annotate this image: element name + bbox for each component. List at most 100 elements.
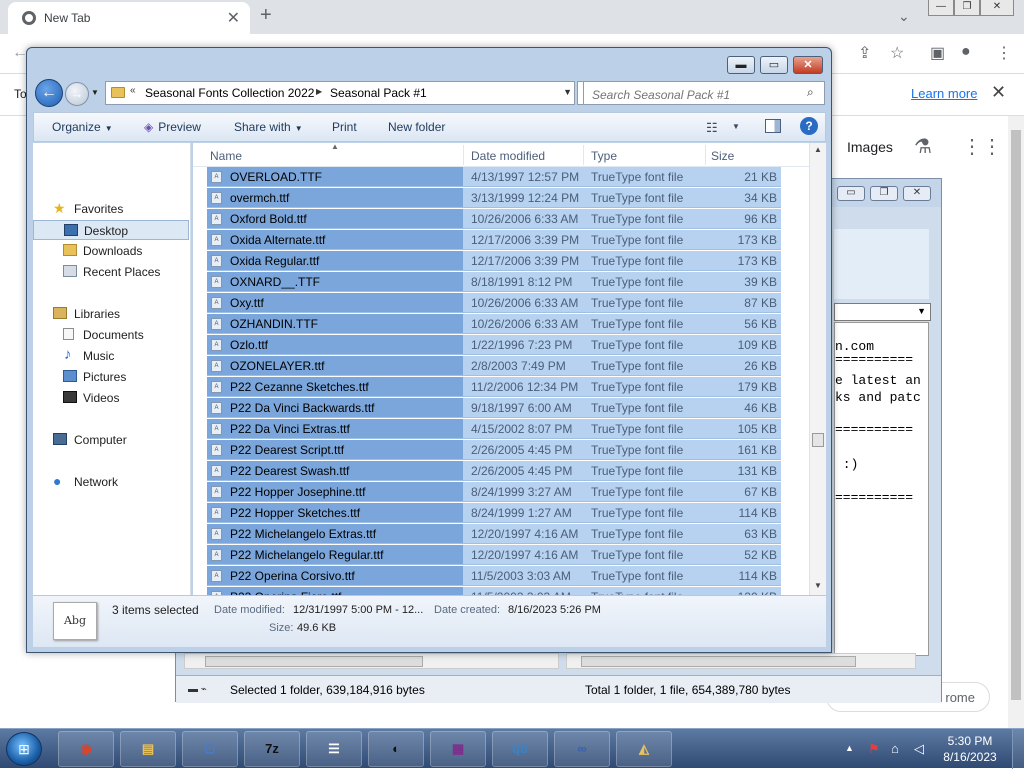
volume-muted-icon[interactable]: ◁ — [914, 741, 924, 757]
nav-desktop[interactable]: Desktop — [33, 220, 189, 240]
breadcrumb-seasonal-pack-1[interactable]: Seasonal Pack #1 — [330, 86, 427, 100]
scrollbar-thumb[interactable] — [205, 656, 423, 667]
chrome-minimize-button[interactable]: — — [928, 0, 954, 16]
file-row[interactable]: A P22 Dearest Swash.ttf 2/26/2005 4:45 PM T… — [207, 461, 781, 481]
chevron-down-icon[interactable]: ▼ — [732, 122, 740, 131]
nav-downloads[interactable]: Downloads — [33, 241, 189, 261]
taskbar-app-cat-app[interactable]: ◐ — [368, 731, 424, 767]
breadcrumb-arrow-icon[interactable]: ▶ — [316, 87, 322, 96]
google-images-link[interactable]: Images — [847, 139, 893, 155]
nav-favorites[interactable]: ★ Favorites — [33, 199, 189, 219]
back-button[interactable]: ← — [35, 79, 63, 107]
bookmark-star-icon[interactable]: ☆ — [890, 43, 904, 63]
bg-minimize-button[interactable]: ▭ — [837, 186, 865, 201]
show-desktop-button[interactable] — [1012, 729, 1024, 769]
taskbar-app-network-tool[interactable]: ⊡ — [182, 731, 238, 767]
column-divider[interactable] — [705, 145, 706, 165]
file-row[interactable]: A OXNARD__.TTF 8/18/1991 8:12 PM TrueType f… — [207, 272, 781, 292]
view-options-icon[interactable]: ☷ — [706, 120, 718, 136]
explorer-titlebar[interactable]: ▬ ▭ ✕ — [27, 48, 831, 78]
file-row[interactable]: A Oxy.ttf 10/26/2006 6:33 AM TrueType font … — [207, 293, 781, 313]
nav-videos[interactable]: Videos — [33, 388, 189, 408]
file-list-vertical-scrollbar[interactable]: ▲ ▼ — [809, 143, 826, 595]
bg-maximize-button[interactable]: ❐ — [870, 186, 898, 201]
right-panel-horizontal-scrollbar[interactable] — [566, 653, 916, 669]
column-header-size[interactable]: Size — [711, 149, 734, 163]
tab-search-icon[interactable]: ⌄ — [898, 8, 910, 25]
explorer-close-button[interactable]: ✕ — [793, 56, 823, 74]
share-with-button[interactable]: Share with ▼ — [234, 120, 303, 134]
address-bar[interactable]: « Seasonal Fonts Collection 2022 ▶ Seaso… — [105, 81, 575, 105]
file-row[interactable]: AP22 Operina Fiore.ttf11/5/2003 3:03 AMT… — [207, 587, 781, 595]
organize-button[interactable]: Organize ▼ — [52, 120, 113, 134]
column-header-date-modified[interactable]: Date modified — [471, 149, 545, 163]
file-row[interactable]: A Ozlo.ttf 1/22/1996 7:23 PM TrueType font … — [207, 335, 781, 355]
background-window-dropdown[interactable]: ▼ — [834, 303, 931, 321]
file-row[interactable]: A OZHANDIN.TTF 10/26/2006 6:33 AM TrueType … — [207, 314, 781, 334]
taskbar-app-infinity-app[interactable]: ∞ — [554, 731, 610, 767]
print-button[interactable]: Print — [332, 120, 357, 134]
address-history-dropdown-icon[interactable]: ▼ — [563, 87, 572, 97]
file-row[interactable]: A OZONELAYER.ttf 2/8/2003 7:49 PM TrueType … — [207, 356, 781, 376]
nav-pictures[interactable]: Pictures — [33, 367, 189, 387]
explorer-maximize-button[interactable]: ▭ — [760, 56, 788, 74]
nav-computer[interactable]: Computer — [33, 430, 189, 450]
recent-locations-dropdown[interactable]: ▼ — [91, 88, 99, 97]
file-row[interactable]: Aovermch.ttf 3/13/1999 12:24 PM TrueType f… — [207, 188, 781, 208]
clock-date[interactable]: 8/16/2023 — [940, 750, 1000, 764]
file-row[interactable]: A P22 Dearest Script.ttf 2/26/2005 4:45 PM… — [207, 440, 781, 460]
breadcrumb-seasonal-fonts-collection[interactable]: Seasonal Fonts Collection 2022 — [145, 86, 314, 100]
taskbar-app-notepad[interactable]: ☰ — [306, 731, 362, 767]
file-row[interactable]: A Oxida Alternate.ttf 12/17/2006 3:39 PM Tr… — [207, 230, 781, 250]
chrome-tab-new-tab[interactable]: New Tab ✕ — [8, 2, 250, 34]
clock-time[interactable]: 5:30 PM — [940, 734, 1000, 748]
nav-network[interactable]: ● Network — [33, 472, 189, 492]
search-icon[interactable]: ⌕ — [807, 85, 814, 100]
chrome-tab-close-icon[interactable]: ✕ — [227, 8, 240, 28]
column-header-name[interactable]: Name — [210, 149, 242, 163]
taskbar-app-winrar[interactable]: ▦ — [430, 731, 486, 767]
scroll-down-icon[interactable]: ▼ — [814, 581, 822, 590]
column-divider[interactable] — [583, 145, 584, 165]
scrollbar-thumb[interactable] — [1011, 130, 1021, 700]
taskbar-app-qbittorrent[interactable]: qb — [492, 731, 548, 767]
taskbar-app-explorer[interactable]: ▤ — [120, 731, 176, 767]
start-button[interactable]: ⊞ — [6, 732, 42, 766]
taskbar-app-7zip[interactable]: 7z — [244, 731, 300, 767]
action-center-flag-icon[interactable]: ⚑ — [868, 741, 880, 757]
new-tab-button[interactable]: + — [260, 4, 272, 27]
taskbar-app-folder-shield[interactable]: ◭ — [616, 731, 672, 767]
file-row[interactable]: A P22 Cezanne Sketches.ttf 11/2/2006 12:34… — [207, 377, 781, 397]
file-row[interactable]: A Oxida Regular.ttf 12/17/2006 3:39 PM True… — [207, 251, 781, 271]
chrome-page-scrollbar[interactable] — [1008, 116, 1024, 728]
learn-more-link[interactable]: Learn more — [911, 86, 977, 101]
file-row[interactable]: A P22 Operina Corsivo.ttf 11/5/2003 3:03 A… — [207, 566, 781, 586]
file-row[interactable]: A P22 Hopper Josephine.ttf 8/24/1999 3:27 … — [207, 482, 781, 502]
scroll-up-icon[interactable]: ▲ — [814, 145, 822, 154]
scrollbar-thumb[interactable] — [812, 433, 824, 447]
forward-button[interactable]: → — [65, 82, 89, 106]
explorer-minimize-button[interactable]: ▬ — [727, 56, 755, 74]
file-row[interactable]: A Oxford Bold.ttf 10/26/2006 6:33 AM TrueTy… — [207, 209, 781, 229]
nav-documents[interactable]: Documents — [33, 325, 189, 345]
column-header-type[interactable]: Type — [591, 149, 617, 163]
breadcrumb-overflow-icon[interactable]: « — [130, 85, 136, 96]
file-row[interactable]: A P22 Michelangelo Extras.ttf 12/20/1997 4… — [207, 524, 781, 544]
labs-flask-icon[interactable]: ⚗ — [914, 134, 932, 159]
infobar-close-icon[interactable]: ✕ — [991, 82, 1006, 103]
scrollbar-thumb[interactable] — [581, 656, 856, 667]
share-icon[interactable]: ⇪ — [858, 43, 871, 63]
file-row[interactable]: A P22 Michelangelo Regular.ttf 12/20/1997 … — [207, 545, 781, 565]
new-folder-button[interactable]: New folder — [388, 120, 445, 134]
show-hidden-icons-icon[interactable]: ▲ — [845, 743, 854, 753]
preview-pane-toggle-icon[interactable] — [765, 119, 781, 133]
profile-avatar-icon[interactable]: ● — [961, 43, 971, 61]
chrome-maximize-button[interactable]: ❐ — [954, 0, 980, 16]
left-panel-horizontal-scrollbar[interactable] — [184, 653, 559, 669]
side-panel-icon[interactable]: ▣ — [930, 43, 945, 63]
taskbar-app-chrome[interactable]: ◉ — [58, 731, 114, 767]
file-row[interactable]: A P22 Da Vinci Backwards.ttf 9/18/1997 6:0… — [207, 398, 781, 418]
help-icon[interactable]: ? — [800, 117, 818, 135]
bg-close-button[interactable]: ✕ — [903, 186, 931, 201]
nav-recent-places[interactable]: Recent Places — [33, 262, 189, 282]
